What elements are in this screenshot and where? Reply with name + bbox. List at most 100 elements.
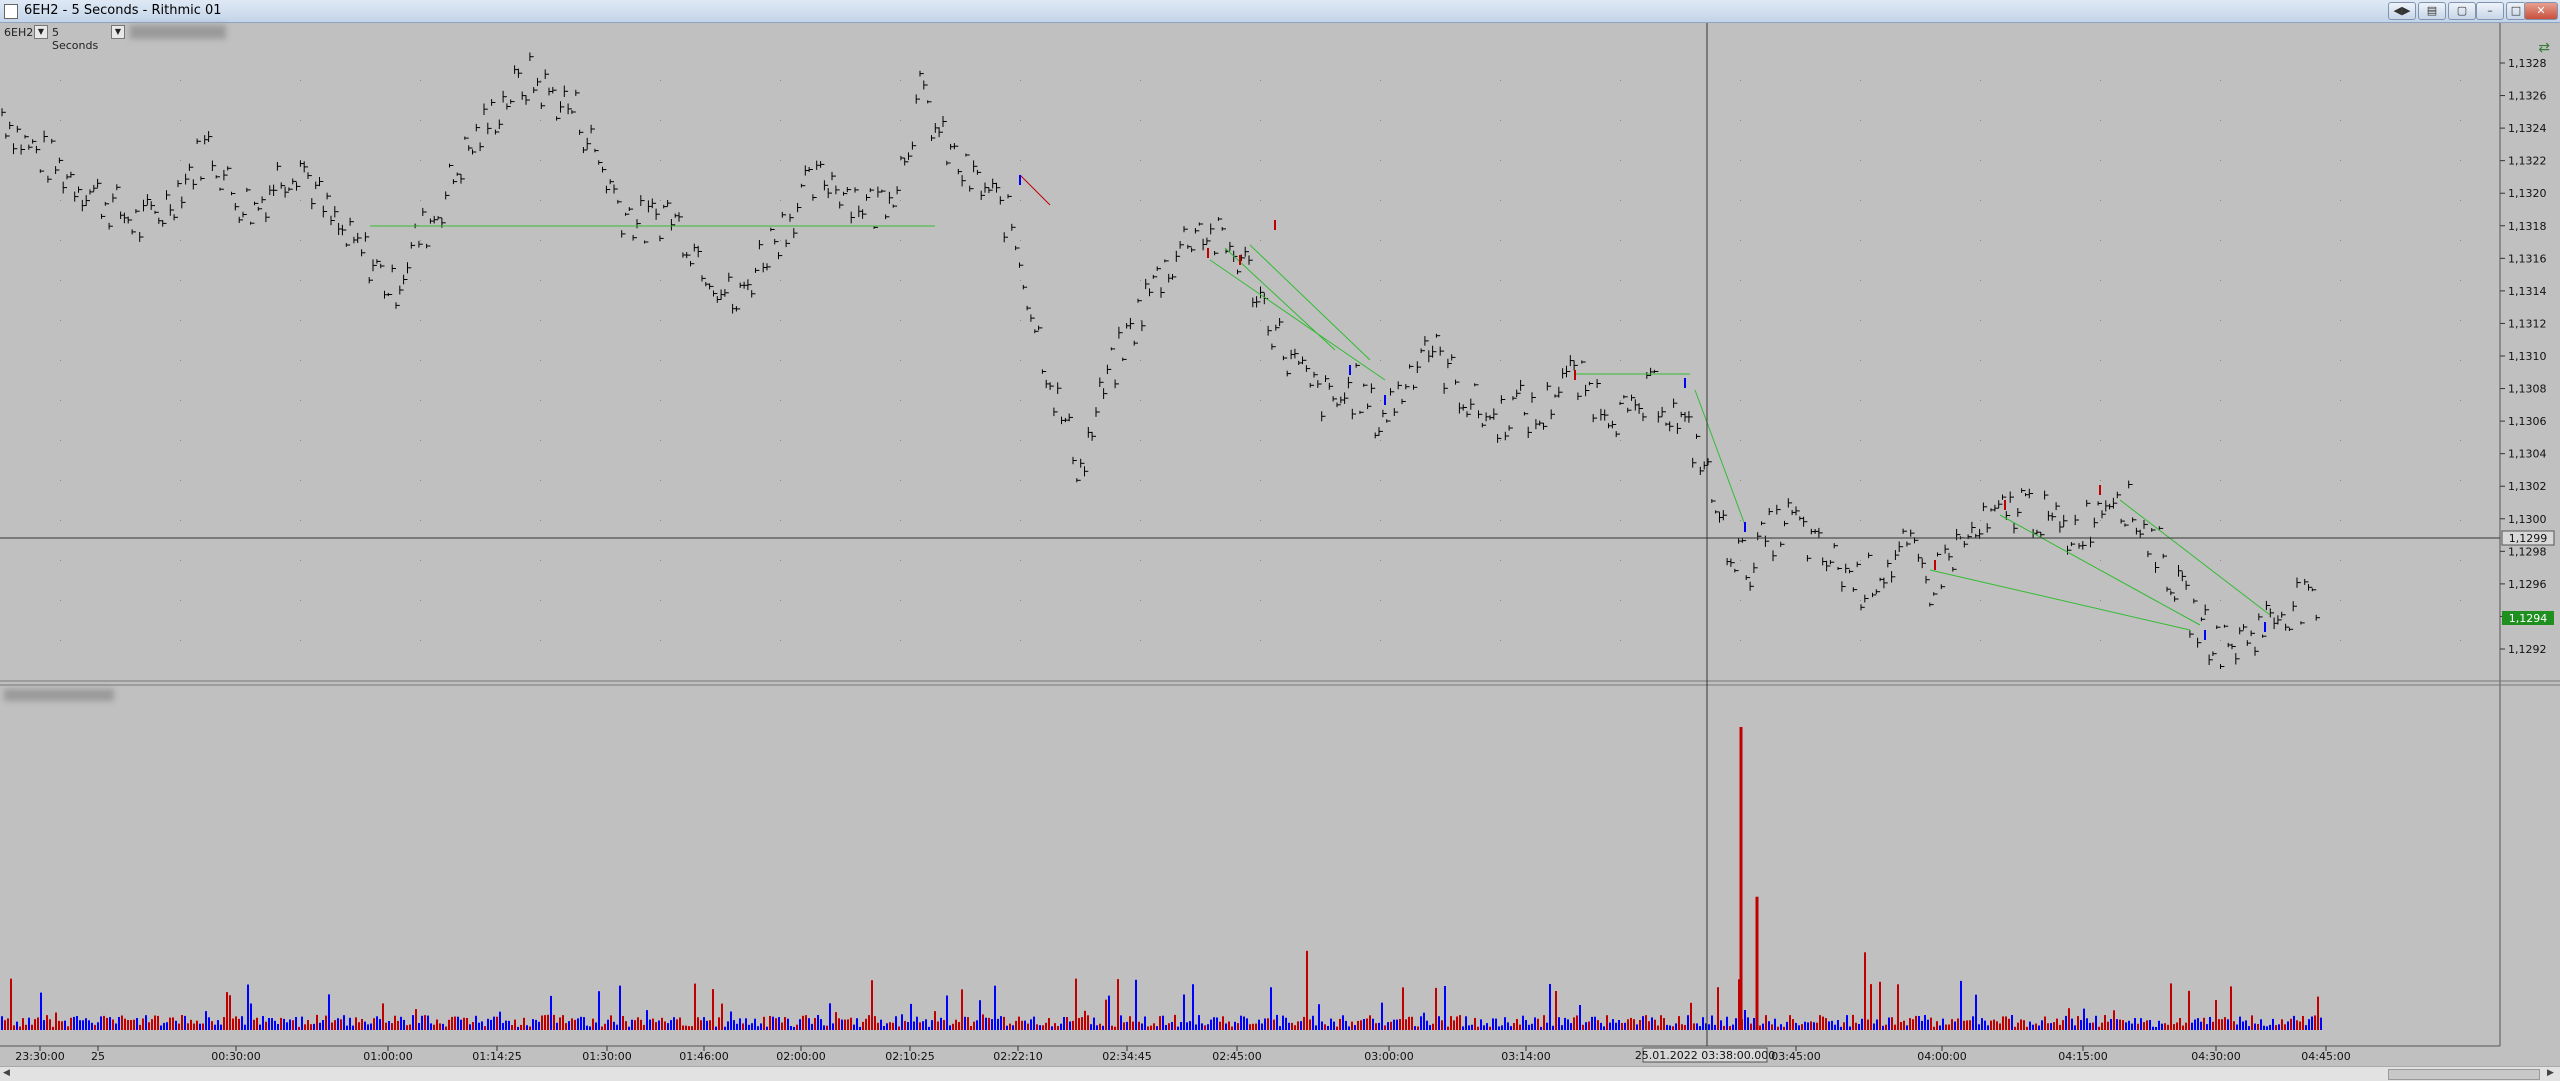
price-label: 1,1326 — [2508, 90, 2547, 103]
grid-dot — [1500, 640, 1501, 641]
grid-dot — [1020, 520, 1021, 521]
grid-dot — [540, 160, 541, 161]
time-axis[interactable]: 23:30:00 25 00:30:00 01:00:00 01:14:25 01:30:… — [15, 1046, 2351, 1063]
grid-dot — [1500, 200, 1501, 201]
grid-dot — [2340, 200, 2341, 201]
grid-dot — [1860, 320, 1861, 321]
grid-dot — [420, 560, 421, 561]
grid-dot — [900, 400, 901, 401]
maximize-button[interactable]: □ — [2506, 2, 2526, 20]
price-label: 1,1322 — [2508, 155, 2547, 168]
grid-dot — [420, 400, 421, 401]
price-label: 1,1306 — [2508, 415, 2547, 428]
grid-dot — [1980, 400, 1981, 401]
grid-dot — [180, 240, 181, 241]
grid-dot — [1260, 200, 1261, 201]
grid-dot — [660, 560, 661, 561]
grid-dot — [1260, 360, 1261, 361]
window-extra-button[interactable]: ◀▶ — [2388, 2, 2416, 20]
grid-dot — [1980, 280, 1981, 281]
scroll-left-icon[interactable]: ◀ — [3, 1068, 10, 1078]
grid-dot — [2220, 640, 2221, 641]
grid-dot — [1860, 160, 1861, 161]
grid-dot — [2100, 120, 2101, 121]
time-label: 04:30:00 — [2191, 1050, 2240, 1063]
grid-dot — [2220, 80, 2221, 81]
minimize-button[interactable]: – — [2476, 2, 2504, 20]
grid-dot — [2340, 560, 2341, 561]
chevron-down-icon: ▼ — [37, 27, 45, 36]
grid-dot — [1260, 440, 1261, 441]
time-label: 04:45:00 — [2301, 1050, 2350, 1063]
grid-dot — [1260, 160, 1261, 161]
price-axis[interactable]: 1,1328 1,1326 1,1324 1,1322 1,1320 1,1318 1,13… — [2500, 57, 2547, 656]
price-label: 1,1312 — [2508, 317, 2547, 330]
grid-dot — [2100, 240, 2101, 241]
grid-dot — [1740, 240, 1741, 241]
time-label: 03:45:00 — [1771, 1050, 1820, 1063]
grid-dot — [1020, 600, 1021, 601]
window-titlebar[interactable]: 6EH2 - 5 Seconds - Rithmic 01 ◀▶ ▤ ▢ – □… — [0, 0, 2560, 23]
grid-dot — [1860, 280, 1861, 281]
volume-histogram — [1, 727, 2322, 1030]
window-extra-button-2[interactable]: ▤ — [2418, 2, 2446, 20]
grid-dot — [1980, 240, 1981, 241]
instrument-dropdown[interactable]: ▼ — [34, 25, 48, 39]
grid-dot — [420, 360, 421, 361]
close-button[interactable]: ✕ — [2524, 2, 2558, 20]
grid-dot — [2100, 320, 2101, 321]
grid-dot — [60, 280, 61, 281]
grid-dot — [2460, 520, 2461, 521]
grid-dot — [1500, 80, 1501, 81]
grid-dot — [1860, 400, 1861, 401]
grid-dot — [1500, 280, 1501, 281]
grid-dot — [2460, 320, 2461, 321]
scrollbar-thumb[interactable] — [2388, 1069, 2540, 1080]
grid-dot — [420, 440, 421, 441]
chart-tool-icon[interactable]: ⇄ — [2538, 40, 2550, 56]
price-label: 1,1310 — [2508, 350, 2547, 363]
grid-dot — [1140, 320, 1141, 321]
grid-dot — [420, 600, 421, 601]
grid-dot — [2340, 120, 2341, 121]
grid-dot — [1380, 200, 1381, 201]
app-icon — [4, 4, 18, 19]
grid-dot — [1980, 440, 1981, 441]
grid-dot — [1740, 320, 1741, 321]
grid-dot — [1380, 480, 1381, 481]
grid-dot — [1140, 240, 1141, 241]
grid-dot — [1980, 360, 1981, 361]
grid-dot — [1380, 80, 1381, 81]
grid-dot — [2340, 520, 2341, 521]
grid-dot — [180, 640, 181, 641]
chart-canvas[interactable]: 1,1328 1,1326 1,1324 1,1322 1,1320 1,1318 1,13… — [0, 0, 2560, 1080]
grid-dot — [420, 80, 421, 81]
grid-dot — [1260, 80, 1261, 81]
horizontal-scrollbar[interactable]: ◀ ▶ — [0, 1066, 2560, 1081]
interval-dropdown[interactable]: ▼ — [111, 25, 125, 39]
grid-dot — [660, 600, 661, 601]
chevron-down-icon: ▼ — [114, 27, 122, 36]
grid-dot — [660, 520, 661, 521]
grid-dot — [1860, 560, 1861, 561]
grid-dot — [1260, 520, 1261, 521]
grid-dot — [540, 320, 541, 321]
grid-dot — [2460, 440, 2461, 441]
grid-dot — [1740, 280, 1741, 281]
grid-dot — [2340, 280, 2341, 281]
grid-dot — [780, 560, 781, 561]
grid-dot — [900, 240, 901, 241]
grid-dot — [1140, 160, 1141, 161]
grid-dot — [1500, 360, 1501, 361]
grid-dot — [1860, 120, 1861, 121]
grid-dot — [900, 440, 901, 441]
grid-dot — [2220, 520, 2221, 521]
grid-dot — [900, 320, 901, 321]
grid-dot — [1020, 80, 1021, 81]
scroll-right-icon[interactable]: ▶ — [2547, 1068, 2554, 1078]
window-title: 6EH2 - 5 Seconds - Rithmic 01 — [24, 3, 222, 18]
grid-dot — [300, 120, 301, 121]
grid-dot — [1260, 400, 1261, 401]
window-extra-button-3[interactable]: ▢ — [2448, 2, 2476, 20]
grid-dot — [1020, 320, 1021, 321]
